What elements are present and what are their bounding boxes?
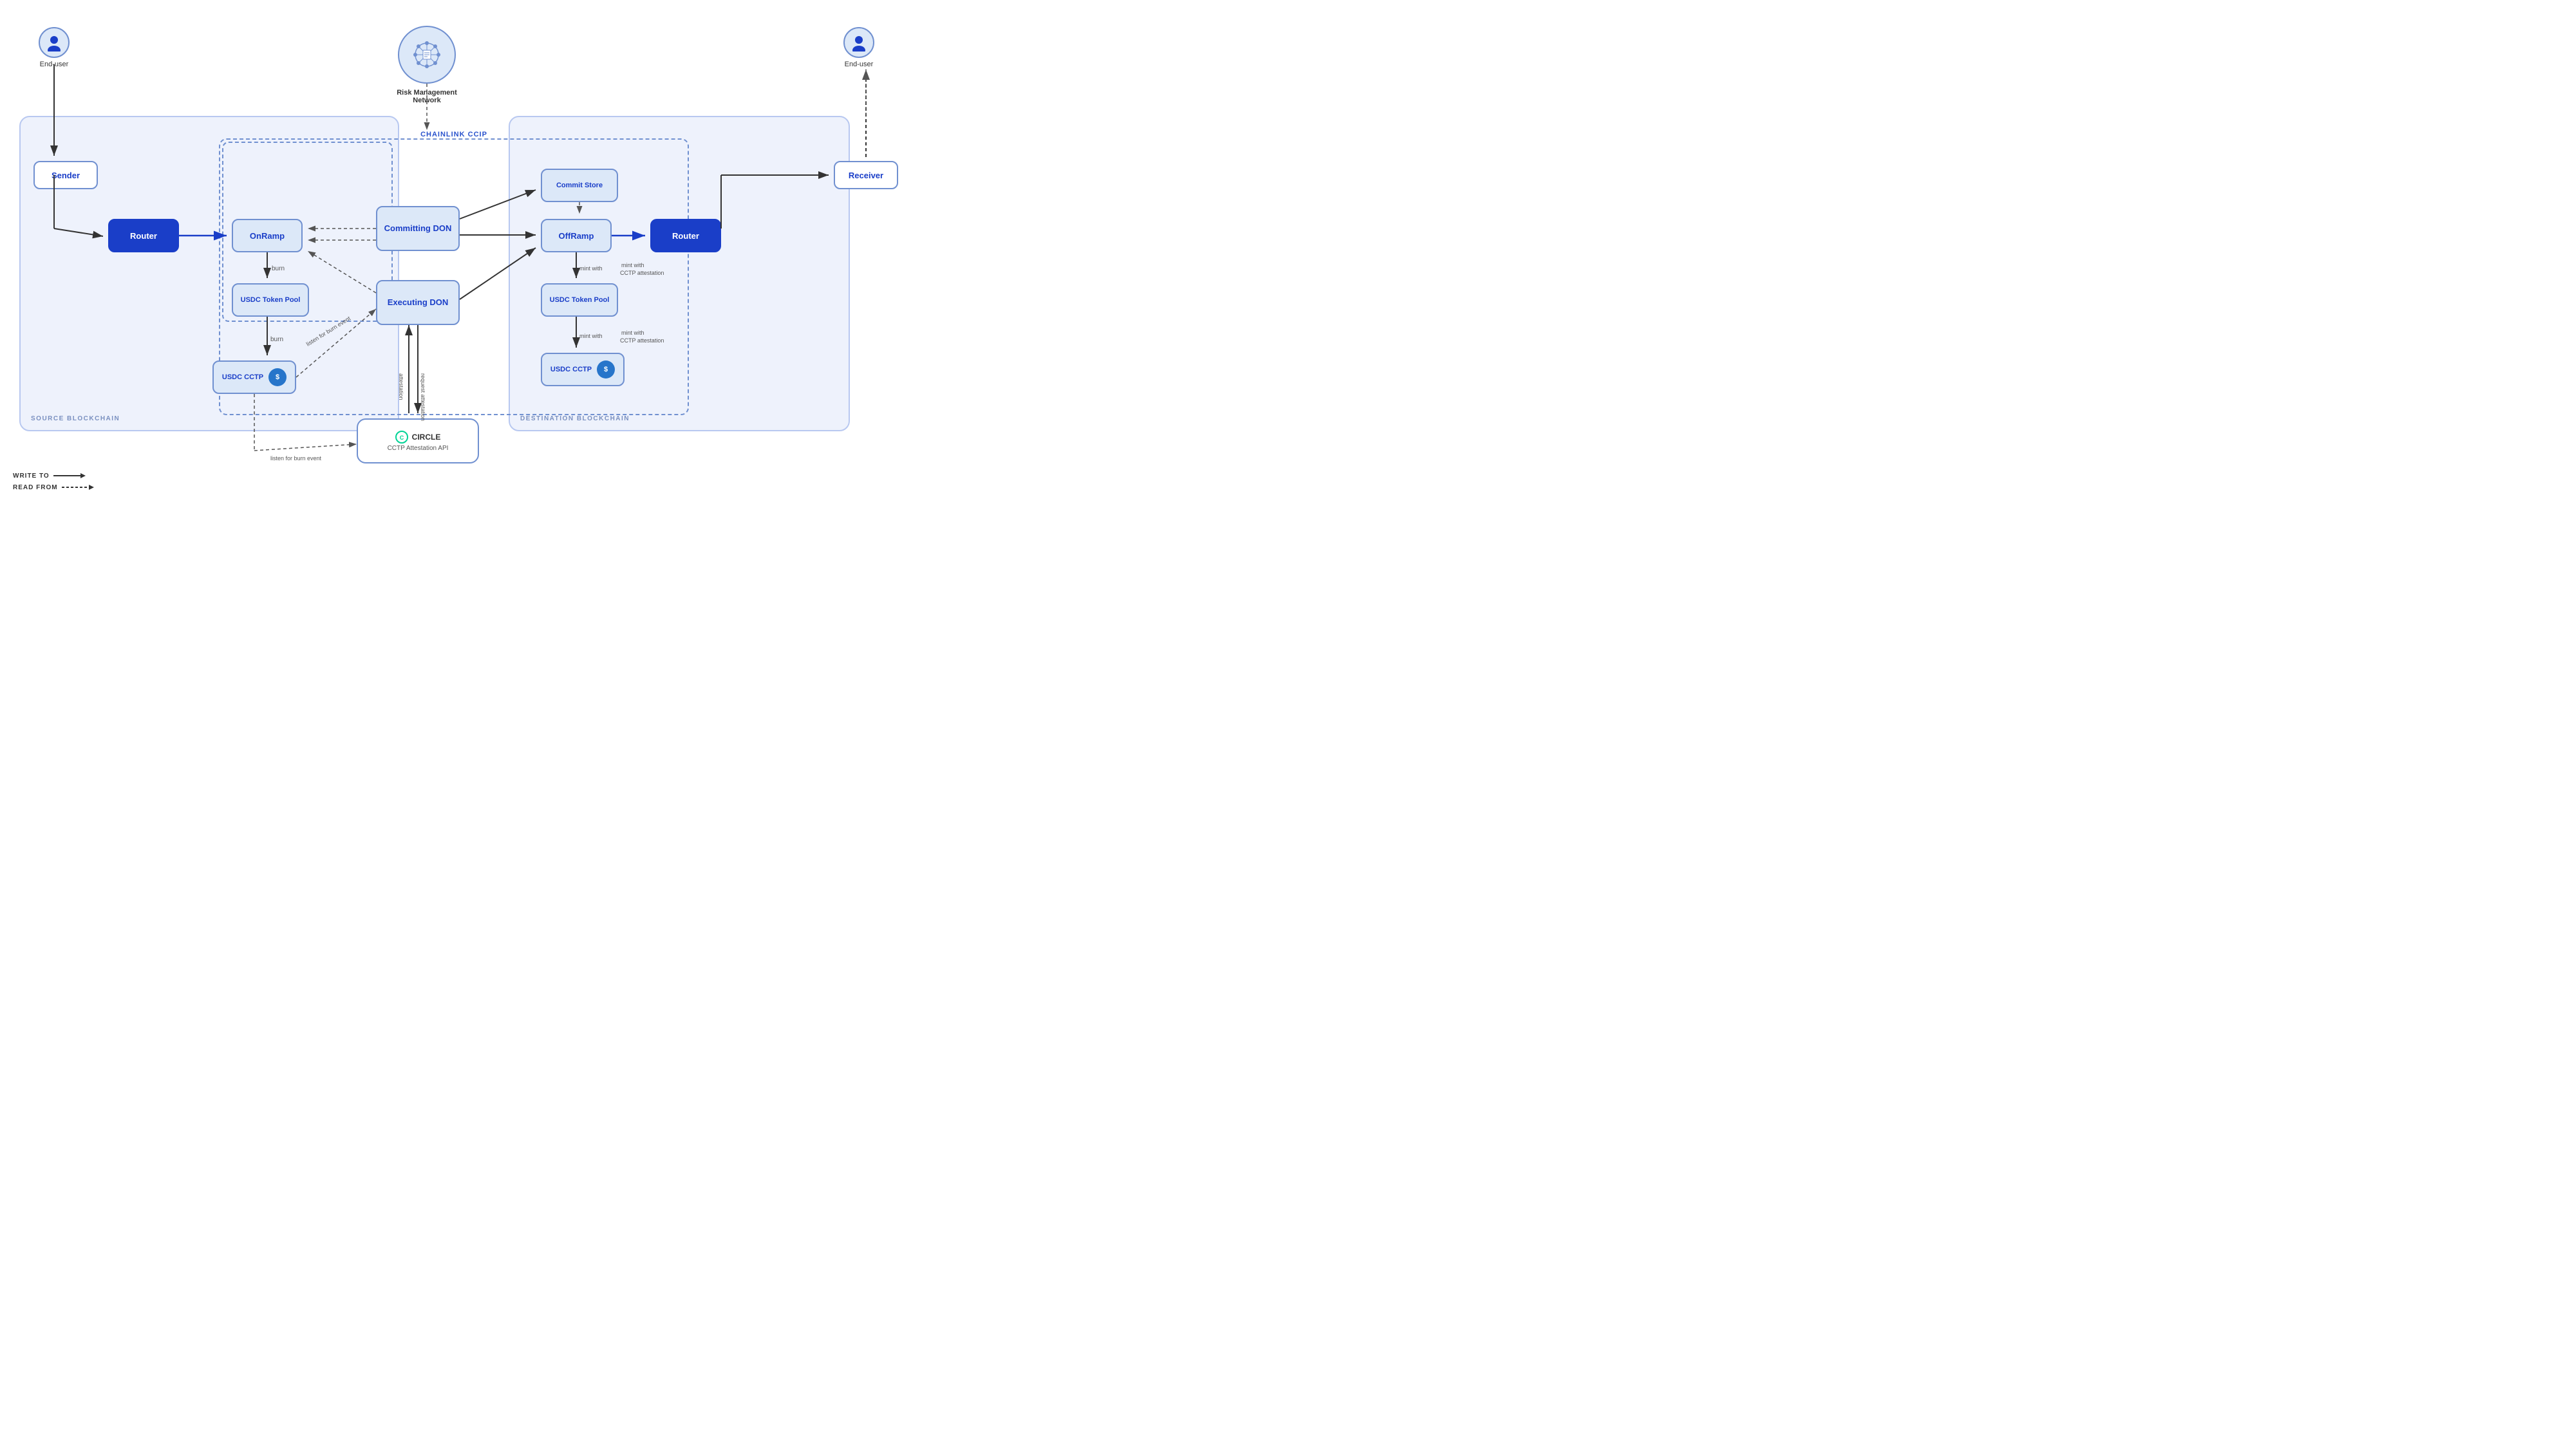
rmn-label: Risk Management Network xyxy=(386,89,467,104)
destination-blockchain-label: DESTINATION BLOCKCHAIN xyxy=(520,415,630,422)
legend-box: WRITE TO READ FROM xyxy=(13,471,94,494)
usdc-token-pool-src-node: USDC Token Pool xyxy=(232,283,309,317)
end-user-left: End-user xyxy=(39,27,70,68)
circle-logo-icon: C xyxy=(395,431,408,444)
user-icon-right xyxy=(843,27,874,58)
receiver-node: Receiver xyxy=(834,161,898,189)
ccip-label: CHAINLINK CCIP xyxy=(417,131,491,138)
usdc-icon-dst: $ xyxy=(597,360,615,379)
executing-don-node: Executing DON xyxy=(376,280,460,325)
router-left-node: Router xyxy=(108,219,179,252)
rmn-icon xyxy=(408,35,446,74)
router-right-node: Router xyxy=(650,219,721,252)
rmn-circle xyxy=(398,26,456,84)
svg-text:C: C xyxy=(399,435,404,441)
committing-don-node: Committing DON xyxy=(376,206,460,251)
onramp-node: OnRamp xyxy=(232,219,303,252)
listen-burn-bottom-label: listen for burn event xyxy=(270,455,322,462)
usdc-icon-src: $ xyxy=(268,368,287,386)
usdc-cctp-src-node: USDC CCTP $ xyxy=(212,360,296,394)
user-icon-left xyxy=(39,27,70,58)
source-blockchain-label: SOURCE BLOCKCHAIN xyxy=(31,415,120,422)
sender-node: Sender xyxy=(33,161,98,189)
legend-write-to: WRITE TO xyxy=(13,471,94,480)
diagram-container: SOURCE BLOCKCHAIN DESTINATION BLOCKCHAIN… xyxy=(0,0,901,507)
end-user-right: End-user xyxy=(843,27,874,68)
commit-store-node: Commit Store xyxy=(541,169,618,202)
offramp-node: OffRamp xyxy=(541,219,612,252)
legend-read-from: READ FROM xyxy=(13,483,94,492)
usdc-cctp-dst-node: USDC CCTP $ xyxy=(541,353,625,386)
usdc-token-pool-dst-node: USDC Token Pool xyxy=(541,283,618,317)
circle-cctp-node: C CIRCLE CCTP Attestation API xyxy=(357,418,479,463)
